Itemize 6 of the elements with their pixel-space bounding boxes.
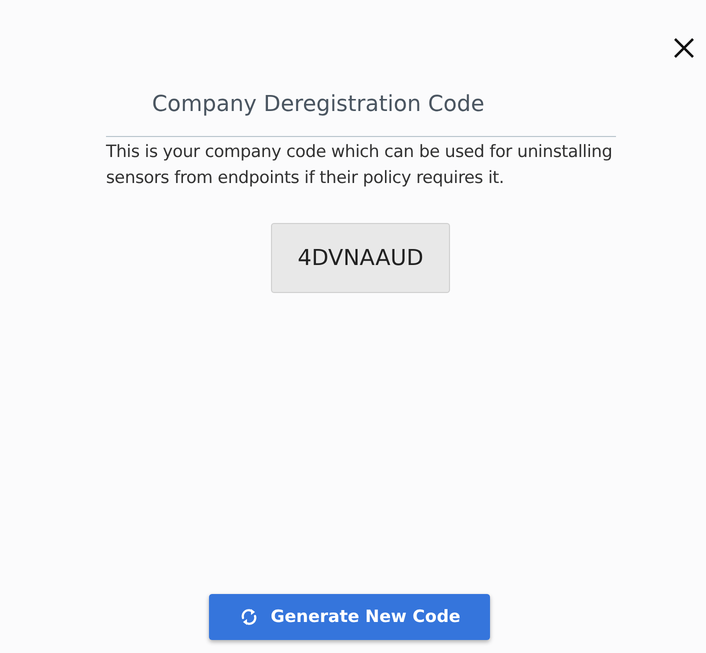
- generate-button[interactable]: Generate New Code: [209, 594, 490, 640]
- dialog-title: Company Deregistration Code: [152, 91, 486, 119]
- code-box: 4DVNAAUD: [271, 223, 450, 293]
- refresh-icon: [238, 607, 259, 627]
- close-icon[interactable]: [672, 36, 696, 60]
- description-text: This is your company code which can be used for uninstalling sensors from endpoints if their policy requires it.: [106, 141, 614, 190]
